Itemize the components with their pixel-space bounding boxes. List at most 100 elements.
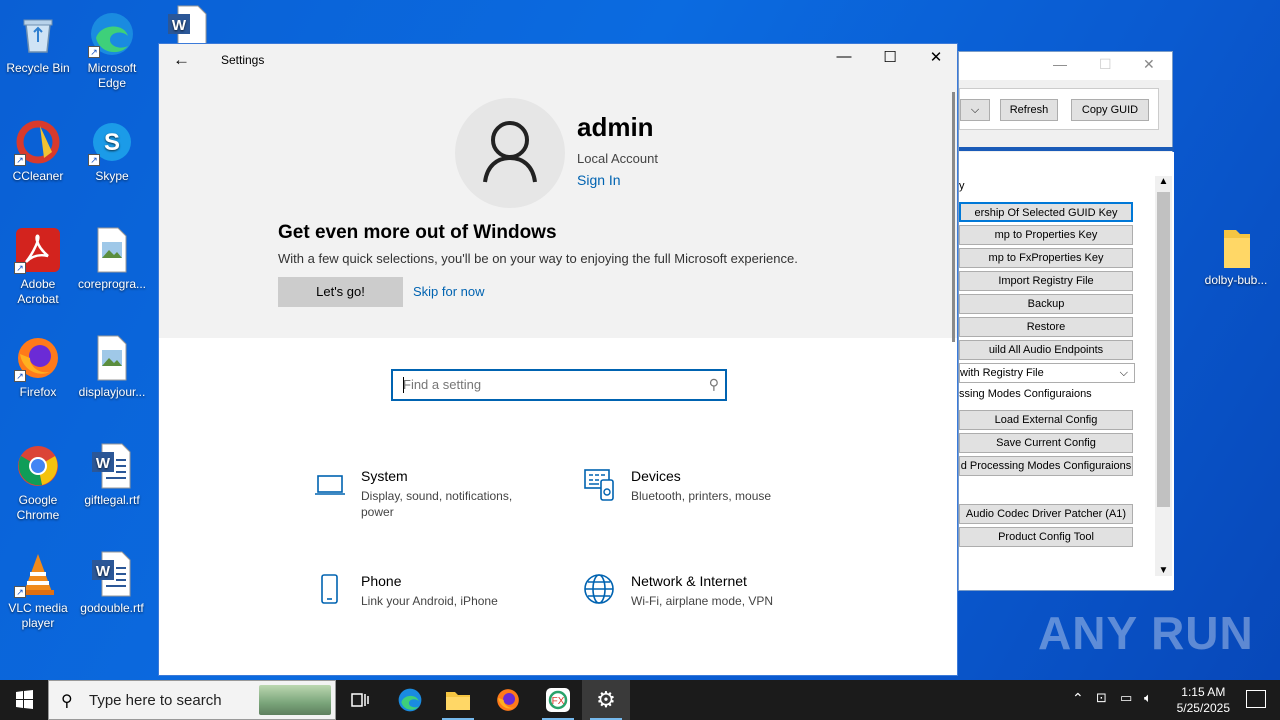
rebuild-endpoints-button[interactable]: uild All Audio Endpoints [959, 340, 1133, 360]
vertical-scrollbar[interactable]: ▲ ▼ [1155, 176, 1172, 576]
sign-in-link[interactable]: Sign In [577, 172, 621, 188]
desktop-icon-godouble[interactable]: W godouble.rtf [74, 550, 150, 616]
desktop-icon-edge[interactable]: ↗ Microsoft Edge [74, 10, 150, 91]
desktop-icon-label: VLC media player [8, 601, 68, 630]
dropdown-arrow-button[interactable]: ⌵ [960, 99, 990, 121]
image-file-icon [88, 334, 136, 382]
taskbar-clock[interactable]: 1:15 AM 5/25/2025 [1177, 684, 1230, 716]
taskbar-search-text: Type here to search [89, 692, 222, 709]
close-icon[interactable]: ✕ [913, 48, 957, 66]
window-title: Settings [221, 53, 265, 67]
scroll-up-icon[interactable]: ▲ [1155, 176, 1172, 187]
search-icon: ⚲ [708, 376, 719, 392]
desktop-icon-label: Firefox [19, 385, 57, 399]
svg-text:W: W [96, 455, 111, 472]
codec-patcher-button[interactable]: Audio Codec Driver Patcher (A1) [959, 504, 1133, 524]
username: admin [577, 112, 654, 142]
minimize-icon[interactable]: — [1053, 56, 1067, 72]
skype-icon: S ↗ [88, 118, 136, 166]
restore-button[interactable]: Restore [959, 317, 1133, 337]
desktop-icon-chrome[interactable]: Google Chrome [0, 442, 76, 523]
take-ownership-button[interactable]: ership Of Selected GUID Key [959, 202, 1133, 222]
recycle-bin-icon [14, 10, 62, 58]
folder-label: dolby-bub... [1204, 273, 1268, 287]
volume-icon[interactable]: 🔈︎ [1144, 690, 1152, 706]
desktop-icon-label: coreprogra... [77, 277, 147, 291]
backup-button[interactable]: Backup [959, 294, 1133, 314]
minimize-icon[interactable]: — [821, 48, 867, 65]
svg-text:W: W [172, 17, 187, 34]
task-view-button[interactable] [336, 680, 384, 720]
desktop-icon-recycle-bin[interactable]: Recycle Bin [0, 10, 76, 76]
chevron-up-icon[interactable]: ⌃ [1072, 690, 1084, 707]
category-title: Phone [361, 573, 402, 589]
back-arrow-icon[interactable]: ← [173, 50, 190, 70]
lets-go-button[interactable]: Let's go! [278, 277, 403, 307]
close-icon[interactable]: ✕ [1143, 56, 1155, 73]
clock-date: 5/25/2025 [1176, 701, 1230, 715]
find-setting-search[interactable]: ⚲ [391, 369, 727, 401]
desktop-icon-dolby-folder[interactable]: dolby-bub... [1200, 226, 1272, 287]
background-app-window[interactable]: — ☐ ✕ ⌵ Refresh Copy GUID y ership Of Se… [958, 51, 1174, 591]
promo-text: With a few quick selections, you'll be o… [278, 251, 798, 266]
network-icon[interactable]: ▭ [1120, 690, 1132, 706]
svg-text:FX: FX [552, 696, 565, 707]
desktop-icon-acrobat[interactable]: ↗ Adobe Acrobat [0, 226, 76, 307]
processing-modes-button[interactable]: d Processing Modes Configuraions [959, 456, 1133, 476]
maximize-icon[interactable]: ☐ [1099, 56, 1112, 73]
desktop-icon-giftlegal[interactable]: W giftlegal.rtf [74, 442, 150, 508]
search-highlight-image [259, 685, 331, 715]
scroll-thumb[interactable] [1157, 192, 1170, 507]
settings-window[interactable]: ← Settings — ☐ ✕ admin Local Account Sig… [158, 43, 958, 676]
desktop-icon-label: godouble.rtf [80, 601, 144, 615]
desktop-icon-skype[interactable]: S ↗ Skype [74, 118, 150, 184]
settings-scrollbar[interactable] [952, 92, 955, 342]
desktop-icon-label: Skype [95, 169, 129, 183]
chevron-down-icon: ⌵ [1119, 367, 1128, 379]
copy-guid-button[interactable]: Copy GUID [1071, 99, 1149, 121]
start-button[interactable] [0, 680, 48, 720]
shortcut-arrow-icon: ↗ [14, 262, 26, 274]
taskbar-file-explorer[interactable] [434, 680, 482, 720]
maximize-icon[interactable]: ☐ [867, 48, 913, 66]
desktop-icon-firefox[interactable]: ↗ Firefox [0, 334, 76, 400]
shortcut-arrow-icon: ↗ [14, 586, 26, 598]
category-title: System [361, 468, 408, 484]
import-registry-button[interactable]: Import Registry File [959, 271, 1133, 291]
chrome-icon [14, 442, 62, 490]
load-external-config-button[interactable]: Load External Config [959, 410, 1133, 430]
desktop-icon-label: Recycle Bin [6, 61, 70, 75]
taskbar-firefox[interactable] [484, 680, 532, 720]
windows-logo-icon [16, 690, 33, 709]
desktop-icon-vlc[interactable]: ↗ VLC media player [0, 550, 76, 631]
scroll-down-icon[interactable]: ▼ [1155, 565, 1172, 576]
anyrun-watermark: ANY RUN [1038, 607, 1254, 659]
taskbar-settings[interactable]: ⚙ [582, 680, 630, 720]
desktop-icon-label: CCleaner [12, 169, 64, 183]
desktop-icon-displayjour[interactable]: displayjour... [74, 334, 150, 400]
jump-properties-button[interactable]: mp to Properties Key [959, 225, 1133, 245]
vlc-icon: ↗ [14, 550, 62, 598]
jump-fxproperties-button[interactable]: mp to FxProperties Key [959, 248, 1133, 268]
refresh-button[interactable]: Refresh [1000, 99, 1058, 121]
keyboard-icon [584, 469, 614, 501]
section-label: ssing Modes Configuraions [959, 388, 1092, 400]
device-icon[interactable]: ⊡ [1096, 690, 1107, 706]
notification-icon[interactable] [1246, 690, 1266, 708]
clock-time: 1:15 AM [1181, 685, 1226, 699]
svg-text:W: W [96, 563, 111, 580]
taskbar-app-fx[interactable]: FX [534, 680, 582, 720]
save-current-config-button[interactable]: Save Current Config [959, 433, 1133, 453]
taskbar-search-box[interactable]: ⚲ Type here to search [48, 680, 336, 720]
desktop-icon-coreprogra[interactable]: coreprogra... [74, 226, 150, 292]
product-config-button[interactable]: Product Config Tool [959, 527, 1133, 547]
registry-file-combo[interactable]: with Registry File ⌵ [959, 363, 1135, 383]
account-header: admin Local Account Sign In Get even mor… [159, 76, 957, 338]
skip-for-now-link[interactable]: Skip for now [413, 284, 485, 299]
search-input[interactable] [403, 377, 693, 392]
phone-icon [321, 574, 338, 604]
desktop-icon-ccleaner[interactable]: ↗ CCleaner [0, 118, 76, 184]
taskbar-edge[interactable] [386, 680, 434, 720]
avatar[interactable] [455, 98, 565, 208]
word-document-icon: W [88, 442, 136, 490]
